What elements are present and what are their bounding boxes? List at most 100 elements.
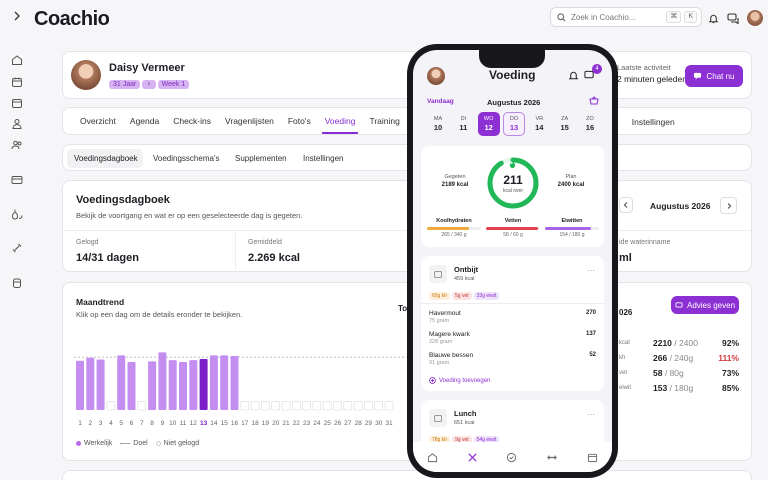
- tab-check-ins[interactable]: Check-ins: [166, 108, 218, 134]
- logged-value: 14/31 dagen: [76, 252, 139, 264]
- bell-icon[interactable]: [568, 70, 579, 81]
- dumbbell-icon[interactable]: [546, 452, 558, 463]
- bar-day-28[interactable]: [353, 401, 363, 411]
- subtab-supplementen[interactable]: Supplementen: [235, 154, 287, 163]
- bar-day-26[interactable]: [333, 401, 342, 411]
- calendar-icon[interactable]: [11, 76, 23, 88]
- food-item[interactable]: Havermout 75 gram 270: [429, 310, 596, 324]
- tab-overzicht[interactable]: Overzicht: [73, 108, 123, 134]
- tab-training[interactable]: Training: [362, 108, 406, 134]
- today-link[interactable]: Vandaag: [427, 98, 454, 105]
- bar-day-6[interactable]: [127, 361, 136, 410]
- chat-now-button[interactable]: Chat nu: [685, 65, 743, 87]
- bar-day-27[interactable]: [343, 401, 353, 411]
- bar-day-17[interactable]: [240, 401, 250, 411]
- home-icon[interactable]: [427, 452, 438, 463]
- bar-day-16[interactable]: [230, 355, 239, 410]
- bar-day-8[interactable]: [148, 361, 157, 410]
- nutrition-icon[interactable]: [11, 208, 23, 220]
- prev-month-button[interactable]: [619, 197, 633, 213]
- search-input[interactable]: Zoek in Coachio... ⌘ K: [550, 7, 702, 27]
- bar-day-15[interactable]: [220, 355, 229, 410]
- bar-day-3[interactable]: [96, 359, 105, 410]
- bar-day-31[interactable]: [384, 401, 394, 411]
- bell-icon[interactable]: [708, 13, 719, 24]
- advice-button[interactable]: Advies geven: [671, 296, 739, 314]
- lunch-image-icon: [429, 409, 447, 427]
- bar-day-11[interactable]: [179, 361, 187, 410]
- bar-day-25[interactable]: [322, 401, 332, 411]
- calendar-icon[interactable]: [587, 452, 598, 463]
- tick-day-16: 16: [231, 420, 239, 427]
- day-10[interactable]: MA 10: [427, 112, 449, 136]
- clients-icon[interactable]: [11, 139, 23, 151]
- nutrition-icon[interactable]: [467, 452, 478, 463]
- tick-day-10: 10: [169, 420, 177, 427]
- macro-detail-row: kh 266 / 240g 111%: [619, 352, 739, 363]
- tick-day-18: 18: [251, 420, 259, 427]
- toggle-partial[interactable]: To: [398, 304, 407, 313]
- food-item[interactable]: Magere kwark 228 gram 137: [429, 331, 596, 345]
- bar-day-19[interactable]: [261, 401, 270, 411]
- collapse-sidebar-icon[interactable]: [12, 11, 22, 21]
- basket-icon[interactable]: [589, 96, 599, 105]
- tick-day-22: 22: [293, 420, 301, 427]
- age-badge: 31 Jaar: [109, 80, 141, 89]
- diary-title: Voedingsdagboek: [76, 194, 170, 206]
- bar-day-22[interactable]: [292, 401, 301, 411]
- phone-avatar[interactable]: [427, 67, 445, 85]
- trend-title: Maandtrend: [76, 297, 125, 307]
- bar-day-14[interactable]: [209, 355, 218, 410]
- lunch-more-icon[interactable]: ···: [587, 410, 595, 419]
- day-14[interactable]: VR 14: [528, 112, 550, 136]
- check-circle-icon[interactable]: [506, 452, 517, 463]
- home-icon[interactable]: [11, 54, 23, 66]
- day-12[interactable]: WO 12: [477, 112, 500, 136]
- tab-vragenlijsten[interactable]: Vragenlijsten: [218, 108, 281, 134]
- schedule-icon[interactable]: [11, 97, 23, 109]
- average-label: Gemiddeld: [248, 239, 282, 246]
- chevron-left-icon: [623, 202, 629, 208]
- day-16[interactable]: ZO 16: [579, 112, 601, 136]
- bar-day-1[interactable]: [76, 360, 84, 410]
- payments-icon[interactable]: [11, 174, 23, 186]
- tab-voeding[interactable]: Voeding: [318, 108, 363, 134]
- supplements-icon[interactable]: [11, 277, 23, 289]
- food-item[interactable]: Blauwe bessen 91 gram 52: [429, 352, 596, 366]
- bar-day-10[interactable]: [168, 360, 177, 410]
- bar-day-2[interactable]: [86, 357, 95, 410]
- bar-day-13[interactable]: [199, 358, 208, 410]
- add-food-label: Voeding toevoegen: [439, 377, 491, 384]
- bar-day-24[interactable]: [312, 401, 322, 411]
- tick-day-31: 31: [385, 420, 393, 427]
- add-food-button[interactable]: Voeding toevoegen: [429, 377, 490, 384]
- coach-icon[interactable]: [11, 118, 23, 130]
- bar-day-5[interactable]: [117, 355, 126, 410]
- breakfast-more-icon[interactable]: ···: [587, 266, 595, 275]
- tab-instellingen[interactable]: Instellingen: [632, 117, 675, 127]
- bar-day-4[interactable]: [106, 401, 116, 411]
- bar-day-30[interactable]: [374, 401, 384, 411]
- day-13[interactable]: DO 13: [502, 112, 525, 136]
- chat-bubbles-icon[interactable]: [727, 12, 739, 24]
- subtab-voedingsschemas[interactable]: Voedingsschema's: [153, 154, 219, 163]
- macro-detail-row: vet 58 / 80g 73%: [619, 367, 739, 378]
- next-month-button[interactable]: [720, 197, 737, 214]
- bar-day-9[interactable]: [158, 352, 167, 410]
- day-15[interactable]: ZA 15: [554, 112, 576, 136]
- bar-day-20[interactable]: [271, 401, 280, 411]
- user-avatar[interactable]: [747, 10, 763, 26]
- tab-fotos[interactable]: Foto's: [281, 108, 318, 134]
- bar-day-21[interactable]: [281, 401, 291, 411]
- subtab-instellingen[interactable]: Instellingen: [303, 154, 343, 163]
- bar-day-18[interactable]: [250, 401, 260, 411]
- bar-day-29[interactable]: [364, 401, 373, 411]
- day-11[interactable]: DI 11: [452, 112, 474, 136]
- bar-day-7[interactable]: [137, 401, 147, 411]
- dumbbell-icon[interactable]: [11, 242, 23, 254]
- phone-title: Voeding: [489, 68, 536, 82]
- bar-day-12[interactable]: [189, 360, 198, 410]
- subtab-voedingsdagboek[interactable]: Voedingsdagboek: [74, 154, 138, 163]
- bar-day-23[interactable]: [302, 401, 311, 411]
- tab-agenda[interactable]: Agenda: [123, 108, 166, 134]
